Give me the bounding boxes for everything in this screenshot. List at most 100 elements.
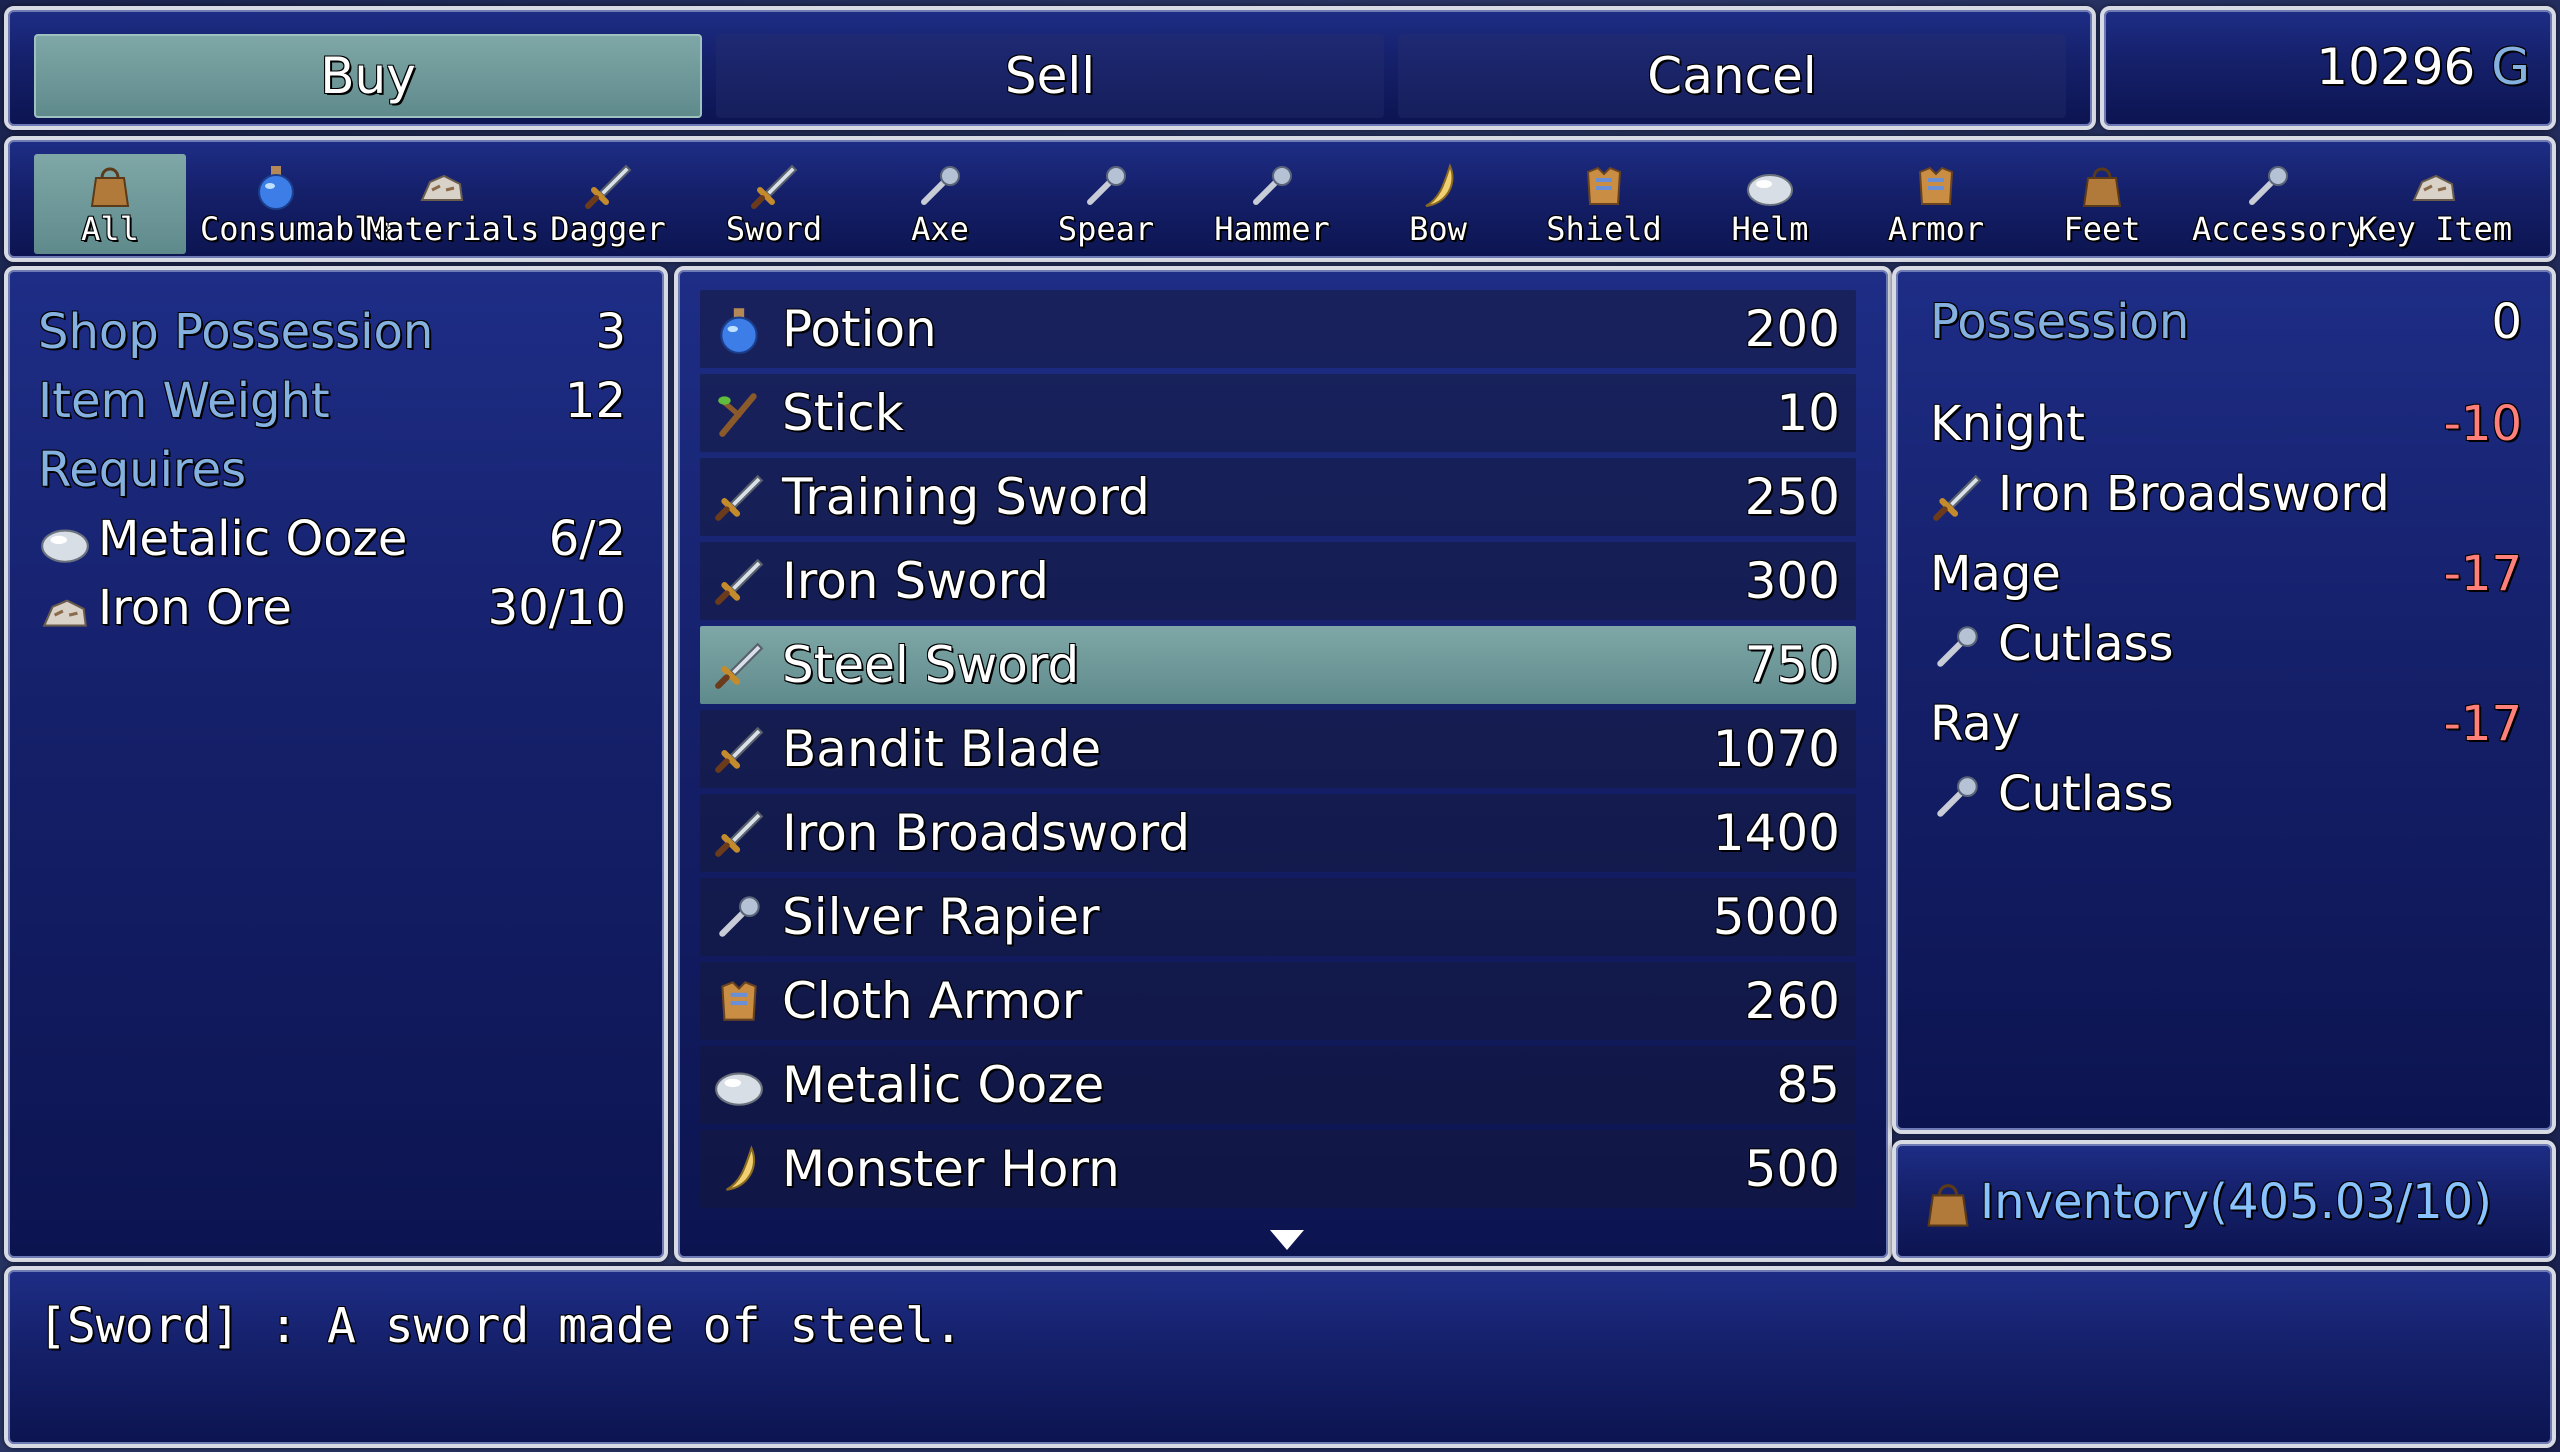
blade-icon: [712, 722, 766, 776]
category-label: Shield: [1546, 210, 1662, 248]
item-row[interactable]: Stick 10: [700, 374, 1856, 452]
category-label: Hammer: [1214, 210, 1330, 248]
bow-icon: [1412, 160, 1464, 212]
item-row[interactable]: Cloth Armor 260: [700, 962, 1856, 1040]
category-bow[interactable]: Bow: [1362, 154, 1514, 254]
actor-name: Ray: [1930, 696, 2021, 752]
category-label: Accessory: [2192, 210, 2366, 248]
sword-icon: [712, 554, 766, 608]
shop-possession-row: Shop Possession 3: [38, 304, 626, 372]
category-dagger[interactable]: Dagger: [532, 154, 684, 254]
command-window: Buy Sell Cancel: [4, 6, 2096, 130]
bag-icon: [1920, 1176, 1976, 1232]
item-row[interactable]: Iron Sword 300: [700, 542, 1856, 620]
actor-stat-diff: -10: [2443, 396, 2522, 452]
item-row[interactable]: Metalic Ooze 85: [700, 1046, 1856, 1124]
gold-unit: G: [2491, 38, 2530, 96]
actor-equipped-item: Cutlass: [1998, 616, 2174, 672]
item-name: Training Sword: [782, 468, 1150, 526]
item-price: 10: [1776, 384, 1840, 442]
requirement-value: 30/10: [487, 580, 626, 636]
scroll-down-arrow-icon[interactable]: [1270, 1230, 1304, 1250]
actor-stat-diff: -17: [2443, 546, 2522, 602]
ooze-icon: [712, 1058, 766, 1112]
category-hammer[interactable]: Hammer: [1196, 154, 1348, 254]
horn-icon: [712, 1142, 766, 1196]
requirement-value: 6/2: [548, 511, 626, 567]
item-name: Metalic Ooze: [782, 1056, 1105, 1114]
gold-amount: 10296: [2316, 38, 2476, 96]
item-name: Potion: [782, 300, 937, 358]
item-name: Monster Horn: [782, 1140, 1120, 1198]
item-price: 750: [1744, 636, 1840, 694]
category-sword[interactable]: Sword: [698, 154, 850, 254]
shield-icon: [1578, 160, 1630, 212]
category-shield[interactable]: Shield: [1528, 154, 1680, 254]
category-label: Helm: [1731, 210, 1809, 248]
ore-icon: [416, 160, 468, 212]
item-row[interactable]: Silver Rapier 5000: [700, 878, 1856, 956]
item-price: 200: [1744, 300, 1840, 358]
requirement-name: Iron Ore: [98, 580, 292, 636]
scroll-icon: [2408, 160, 2460, 212]
actor-name: Mage: [1930, 546, 2061, 602]
item-row[interactable]: Bandit Blade 1070: [700, 710, 1856, 788]
category-accessory[interactable]: Accessory: [2192, 154, 2366, 254]
item-row[interactable]: Potion 200: [700, 290, 1856, 368]
cancel-button[interactable]: Cancel: [1398, 34, 2066, 118]
item-price: 5000: [1712, 888, 1840, 946]
item-name: Silver Rapier: [782, 888, 1100, 946]
ring-icon: [2242, 160, 2294, 212]
requirement-row: Iron Ore 30/10: [38, 580, 626, 648]
cutlass-icon: [1930, 770, 1984, 824]
dagger-icon: [582, 160, 634, 212]
category-helm[interactable]: Helm: [1694, 154, 1846, 254]
category-label: Armor: [1887, 210, 1985, 248]
category-feet[interactable]: Feet: [2026, 154, 2178, 254]
gold-window: 10296 G: [2100, 6, 2556, 130]
requirement-row: Metalic Ooze 6/2: [38, 511, 626, 579]
cutlass-icon: [1930, 620, 1984, 674]
item-weight-label: Item Weight: [38, 373, 330, 429]
category-label: Key Item: [2358, 210, 2513, 248]
item-price: 500: [1744, 1140, 1840, 1198]
broadsword-icon: [1930, 470, 1984, 524]
shop-possession-value: 3: [595, 304, 626, 360]
buy-button[interactable]: Buy: [34, 34, 702, 118]
help-window: [Sword] : A sword made of steel.: [4, 1266, 2556, 1448]
possession-label: Possession: [1930, 294, 2190, 350]
category-key-item[interactable]: Key Item: [2358, 154, 2513, 254]
category-axe[interactable]: Axe: [864, 154, 1016, 254]
item-row[interactable]: Training Sword 250: [700, 458, 1856, 536]
category-all[interactable]: All: [34, 154, 186, 254]
item-row[interactable]: Iron Broadsword 1400: [700, 794, 1856, 872]
rapier-icon: [712, 890, 766, 944]
category-window: All Consumable Materials Dagger Sword Ax…: [4, 136, 2556, 262]
item-row-selected[interactable]: Steel Sword 750: [700, 626, 1856, 704]
shop-possession-label: Shop Possession: [38, 304, 434, 360]
item-name: Steel Sword: [782, 636, 1080, 694]
sword-icon: [712, 470, 766, 524]
actor-equipped-item: Iron Broadsword: [1998, 466, 2390, 522]
potion-icon: [712, 302, 766, 356]
category-label: Dagger: [550, 210, 666, 248]
boots-icon: [2076, 160, 2128, 212]
axe-icon: [914, 160, 966, 212]
item-name: Cloth Armor: [782, 972, 1083, 1030]
requires-label: Requires: [38, 442, 247, 498]
category-materials[interactable]: Materials: [366, 154, 539, 254]
inventory-window: Inventory(405.03/10): [1892, 1140, 2556, 1262]
broadsword-icon: [712, 806, 766, 860]
sell-button[interactable]: Sell: [716, 34, 1384, 118]
item-row[interactable]: Monster Horn 500: [700, 1130, 1856, 1208]
category-label: Bow: [1409, 210, 1467, 248]
category-consumable[interactable]: Consumable: [200, 154, 393, 254]
armor-icon: [1910, 160, 1962, 212]
category-armor[interactable]: Armor: [1860, 154, 2012, 254]
actor-name: Knight: [1930, 396, 2085, 452]
category-spear[interactable]: Spear: [1030, 154, 1182, 254]
category-label: Feet: [2063, 210, 2141, 248]
ooze-icon: [38, 515, 92, 569]
item-name: Bandit Blade: [782, 720, 1102, 778]
bag-icon: [84, 160, 136, 212]
